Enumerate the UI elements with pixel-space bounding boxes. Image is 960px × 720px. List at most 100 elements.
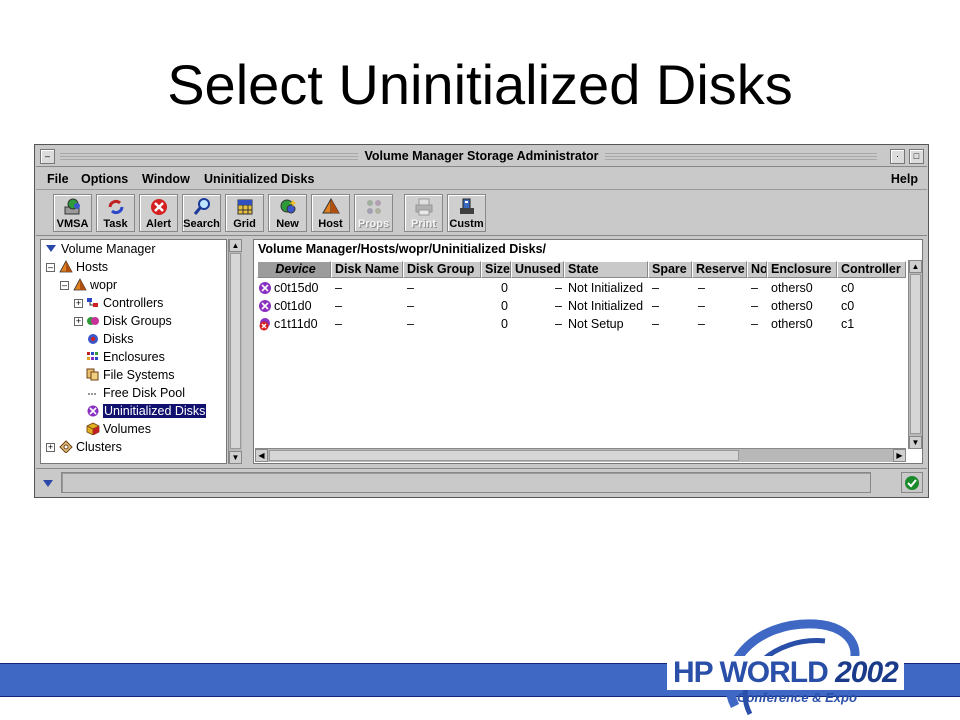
cell-device: c1t11d0 xyxy=(258,317,318,331)
uninitialized-disk-icon xyxy=(87,405,99,417)
cell-controller: c1 xyxy=(841,317,855,331)
collapse-arrow-icon xyxy=(46,245,56,252)
scroll-down-arrow-icon[interactable]: ▼ xyxy=(909,436,922,449)
vmsa-window: – Volume Manager Storage Administrator ·… xyxy=(34,144,929,498)
toolbar-props-button[interactable]: Props xyxy=(354,194,393,232)
object-tree: Volume Manager – Hosts – wopr + Controll… xyxy=(40,239,227,464)
current-path: Volume Manager/Hosts/wopr/Uninitialized … xyxy=(258,242,547,256)
tree-node-volume-manager[interactable]: Volume Manager xyxy=(44,242,156,258)
status-arrow-icon[interactable] xyxy=(41,477,55,489)
tree-expander-disk-groups[interactable]: + xyxy=(74,317,83,326)
tree-node-free-disk-pool[interactable]: Free Disk Pool xyxy=(86,386,185,402)
toolbar-alert-button[interactable]: Alert xyxy=(139,194,178,232)
logo-brand-text: HP WORLD 2002 xyxy=(667,656,904,690)
window-titlebar[interactable]: – Volume Manager Storage Administrator ·… xyxy=(36,146,927,167)
cell-disk-group: – xyxy=(407,281,414,295)
minimize-button[interactable]: · xyxy=(890,149,905,164)
customize-icon xyxy=(459,198,474,214)
cell-unused: – xyxy=(555,299,562,313)
tree-node-file-systems[interactable]: File Systems xyxy=(86,368,175,384)
tree-expander-clusters[interactable]: + xyxy=(46,443,55,452)
toolbar-print-button[interactable]: Print xyxy=(404,194,443,232)
grid-horizontal-scrollbar[interactable]: ◀ ▶ xyxy=(255,448,906,462)
toolbar-customize-button[interactable]: Custm xyxy=(447,194,486,232)
tree-node-disk-groups[interactable]: Disk Groups xyxy=(86,314,172,330)
status-indicator[interactable] xyxy=(901,472,923,493)
cell-state: Not Initialized xyxy=(568,281,644,295)
tree-node-uninitialized-disks[interactable]: Uninitialized Disks xyxy=(86,404,207,420)
tree-vertical-scrollbar[interactable]: ▲ ▼ xyxy=(228,239,242,464)
menu-help[interactable]: Help xyxy=(891,172,918,186)
toolbar: VMSA Task Alert Search Grid New Host Pro… xyxy=(36,191,927,236)
column-header-controller[interactable]: Controller xyxy=(837,261,906,278)
toolbar-search-button[interactable]: Search xyxy=(182,194,221,232)
tree-node-wopr[interactable]: wopr xyxy=(73,278,117,294)
print-icon xyxy=(415,198,432,216)
host-icon xyxy=(321,197,340,214)
new-icon xyxy=(280,199,297,214)
tree-node-enclosures[interactable]: Enclosures xyxy=(86,350,165,366)
column-header-disk-name[interactable]: Disk Name xyxy=(331,261,403,278)
column-header-reserve[interactable]: Reserve xyxy=(692,261,747,278)
menu-uninitialized-disks[interactable]: Uninitialized Disks xyxy=(204,172,314,186)
scroll-thumb[interactable] xyxy=(910,274,921,434)
maximize-button[interactable]: □ xyxy=(909,149,924,164)
cell-enclosure: others0 xyxy=(771,281,813,295)
column-header-disk-group[interactable]: Disk Group xyxy=(403,261,481,278)
scroll-left-arrow-icon[interactable]: ◀ xyxy=(255,449,268,462)
error-disk-icon xyxy=(259,318,270,331)
scroll-down-arrow-icon[interactable]: ▼ xyxy=(229,451,242,464)
toolbar-host-button[interactable]: Host xyxy=(311,194,350,232)
controllers-icon xyxy=(87,298,98,307)
toolbar-vmsa-button[interactable]: VMSA xyxy=(53,194,92,232)
cell-size: 0 xyxy=(501,317,508,331)
scroll-right-arrow-icon[interactable]: ▶ xyxy=(893,449,906,462)
cell-reserve: – xyxy=(698,317,705,331)
cell-device: c0t1d0 xyxy=(258,299,312,313)
status-message-field xyxy=(61,472,871,493)
column-header-state[interactable]: State xyxy=(564,261,648,278)
cell-spare: – xyxy=(652,299,659,313)
enclosures-icon xyxy=(87,352,98,360)
slide-title: Select Uninitialized Disks xyxy=(167,53,793,116)
scroll-up-arrow-icon[interactable]: ▲ xyxy=(909,260,922,273)
cell-reserve: – xyxy=(698,281,705,295)
grid-vertical-scrollbar[interactable]: ▲ ▼ xyxy=(908,260,922,449)
menu-bar: File Options Window Uninitialized Disks … xyxy=(36,168,927,190)
tree-node-disks[interactable]: Disks xyxy=(86,332,134,348)
uninitialized-disk-icon xyxy=(259,282,271,294)
scroll-thumb[interactable] xyxy=(230,253,241,449)
cell-disk-name: – xyxy=(335,317,342,331)
file-systems-icon xyxy=(86,368,99,381)
column-header-no[interactable]: No xyxy=(747,261,767,278)
free-disk-pool-icon xyxy=(88,393,97,395)
toolbar-new-button[interactable]: New xyxy=(268,194,307,232)
disk-grid-panel: Volume Manager/Hosts/wopr/Uninitialized … xyxy=(253,239,923,464)
tree-node-clusters[interactable]: Clusters xyxy=(59,440,122,456)
tree-node-volumes[interactable]: Volumes xyxy=(86,422,151,438)
menu-file[interactable]: File xyxy=(47,172,69,186)
column-header-size[interactable]: Size xyxy=(481,261,511,278)
column-header-spare[interactable]: Spare xyxy=(648,261,692,278)
menu-window[interactable]: Window xyxy=(142,172,190,186)
cell-disk-name: – xyxy=(335,299,342,313)
column-header-unused[interactable]: Unused xyxy=(511,261,564,278)
column-header-device[interactable]: Device xyxy=(257,261,331,278)
logo-tagline: Conference & Expo xyxy=(737,690,857,705)
tree-node-controllers[interactable]: Controllers xyxy=(86,296,163,312)
toolbar-grid-button[interactable]: Grid xyxy=(225,194,264,232)
scroll-thumb[interactable] xyxy=(269,450,739,461)
toolbar-task-button[interactable]: Task xyxy=(96,194,135,232)
cell-unused: – xyxy=(555,281,562,295)
tree-expander-hosts[interactable]: – xyxy=(46,263,55,272)
tree-expander-wopr[interactable]: – xyxy=(60,281,69,290)
menu-options[interactable]: Options xyxy=(81,172,128,186)
cell-no: – xyxy=(751,281,758,295)
scroll-up-arrow-icon[interactable]: ▲ xyxy=(229,239,242,252)
column-header-enclosure[interactable]: Enclosure xyxy=(767,261,837,278)
cell-disk-name: – xyxy=(335,281,342,295)
tree-expander-controllers[interactable]: + xyxy=(74,299,83,308)
tree-node-hosts[interactable]: Hosts xyxy=(59,260,108,276)
disks-icon xyxy=(88,334,98,344)
search-icon xyxy=(193,198,210,215)
